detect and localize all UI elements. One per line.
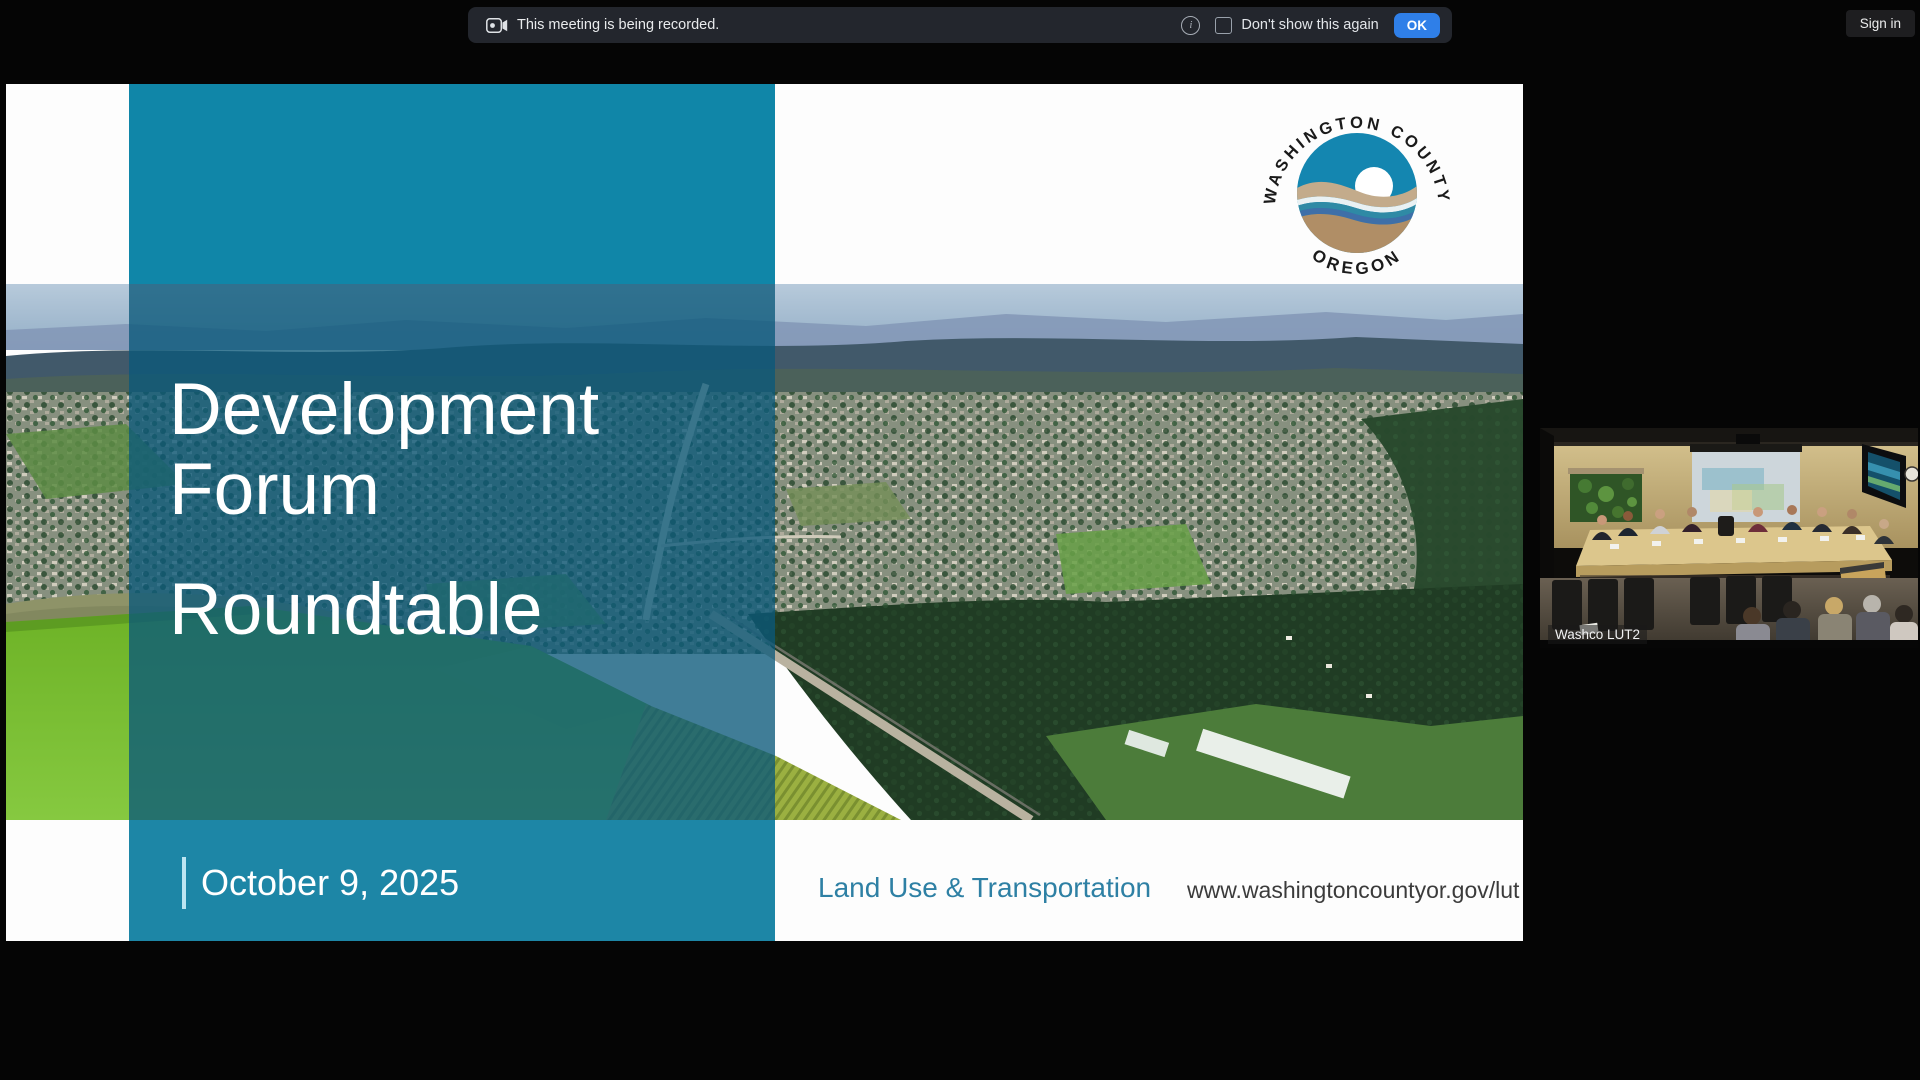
website-url: www.washingtoncountyor.gov/lut (1187, 877, 1519, 904)
slide-title-line1: Development (169, 370, 599, 450)
meeting-app-root: { "notification_bar": { "message": "This… (0, 0, 1920, 1080)
recording-message: This meeting is being recorded. (517, 17, 719, 33)
slide-date: October 9, 2025 (201, 862, 459, 904)
meeting-room-video (1540, 428, 1918, 648)
teal-panel-top (129, 84, 775, 284)
washington-county-logo: WASHINGTON COUNTY OREGON (1262, 94, 1452, 286)
slide-title: Development Forum Roundtable (169, 370, 599, 650)
video-thumbnail-washco-lut2[interactable]: Washco LUT2 (1540, 428, 1918, 648)
shared-screen-slide: Development Forum Roundtable October 9, … (6, 84, 1523, 941)
participant-name-label: Washco LUT2 (1548, 625, 1647, 644)
dont-show-label[interactable]: Don't show this again (1241, 17, 1378, 33)
slide-title-line3: Roundtable (169, 570, 599, 650)
slide-title-line2: Forum (169, 450, 599, 530)
ok-button[interactable]: OK (1394, 13, 1440, 38)
sign-in-button[interactable]: Sign in (1846, 10, 1915, 37)
slide-date-row: October 9, 2025 (182, 854, 459, 912)
date-accent-bar (182, 857, 186, 909)
info-icon[interactable]: i (1181, 16, 1200, 35)
recording-camera-icon (486, 18, 508, 33)
recording-notification-bar: This meeting is being recorded. i Don't … (468, 7, 1452, 43)
department-label: Land Use & Transportation (818, 872, 1151, 904)
dont-show-checkbox[interactable] (1215, 17, 1232, 34)
